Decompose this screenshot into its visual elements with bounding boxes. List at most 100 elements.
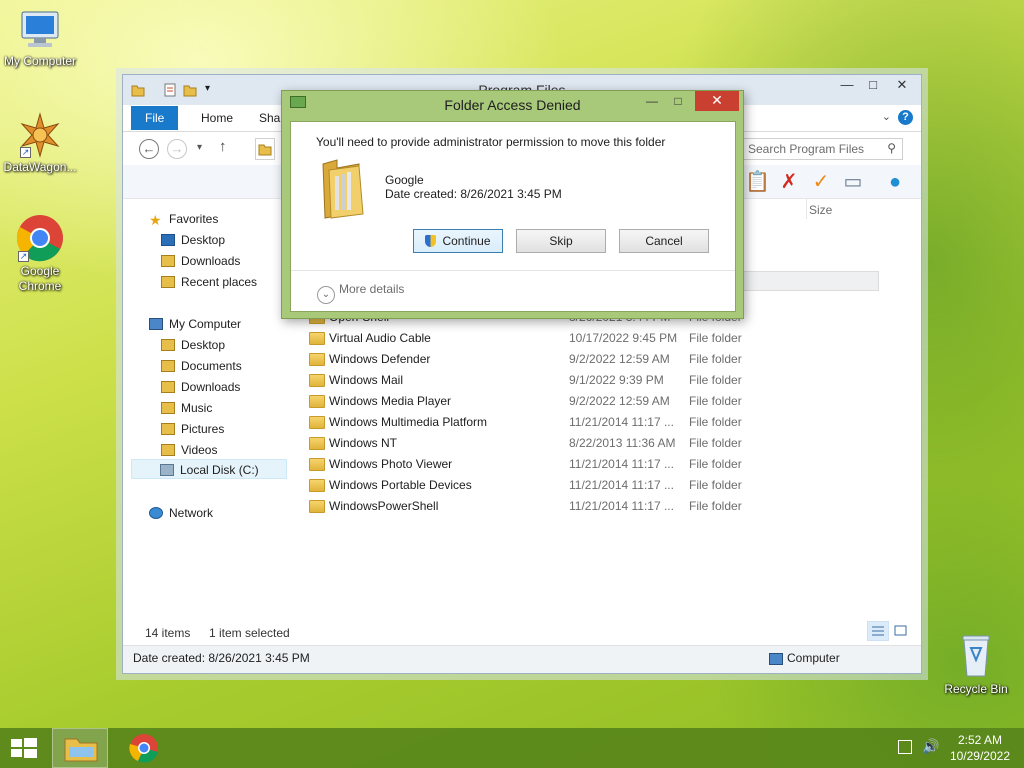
datawagon-icon: ↗ (18, 112, 62, 158)
desktop-icon-my-computer[interactable]: My Computer (0, 10, 80, 69)
folder-icon (309, 416, 325, 429)
folder-access-denied-dialog[interactable]: Folder Access Denied — □ ✕ You'll need t… (281, 90, 744, 319)
shortcut-arrow-icon: ↗ (18, 251, 29, 262)
windows-logo-icon (11, 738, 37, 758)
table-row[interactable]: Windows Media Player 9/2/2022 12:59 AM Fil… (303, 391, 763, 412)
search-placeholder: Search Program Files (748, 142, 865, 156)
up-arrow-icon[interactable]: ↑ (219, 138, 227, 155)
recent-locations-icon[interactable]: ▾ (197, 142, 202, 153)
cancel-button[interactable]: Cancel (619, 229, 709, 253)
table-row[interactable]: Windows Multimedia Platform 11/21/2014 11… (303, 412, 763, 433)
location-label: Computer (787, 651, 840, 665)
sidebar-item-downloads[interactable]: Downloads (161, 377, 240, 397)
skip-button[interactable]: Skip (516, 229, 606, 253)
close-button[interactable]: ✕ (887, 75, 917, 95)
table-row[interactable]: Windows Portable Devices 11/21/2014 11:17… (303, 475, 763, 496)
help-icon[interactable]: ? (898, 110, 913, 125)
sidebar-item-fav-downloads[interactable]: Downloads (161, 251, 240, 271)
desktop-icon-recycle-bin[interactable]: Recycle Bin (936, 630, 1016, 697)
tab-home[interactable]: Home (187, 106, 247, 130)
table-row[interactable]: Windows NT 8/22/2013 11:36 AM File folder (303, 433, 763, 454)
clock-time: 2:52 AM (957, 733, 1002, 747)
documents-icon (161, 360, 175, 372)
large-folder-icon (319, 156, 367, 223)
folder-icon (309, 458, 325, 471)
folder-icon (309, 500, 325, 513)
dialog-message: You'll need to provide administrator per… (316, 135, 666, 149)
table-row[interactable]: WindowsPowerShell 11/21/2014 11:17 ... Fil… (303, 496, 763, 517)
uac-shield-icon (425, 235, 437, 247)
computer-icon (769, 653, 783, 665)
sidebar-item-local-disk[interactable]: Local Disk (C:) (131, 459, 287, 479)
close-button[interactable]: ✕ (695, 91, 739, 111)
desktop-icon-google-chrome[interactable]: ↗ Google Chrome (0, 214, 80, 294)
network-tray-icon[interactable] (898, 740, 912, 754)
desktop-icon-datawagon[interactable]: ↗ DataWagon... (0, 112, 80, 175)
start-button[interactable] (0, 728, 48, 768)
chevron-down-icon: ⌄ (317, 286, 335, 304)
column-divider (806, 199, 807, 219)
paste-icon[interactable]: 📋 (745, 170, 770, 194)
sidebar-item-pictures[interactable]: Pictures (161, 419, 224, 439)
chevron-down-icon[interactable]: ⌄ (882, 110, 891, 123)
folder-icon (309, 353, 325, 366)
table-row[interactable]: Windows Photo Viewer 11/21/2014 11:17 ...… (303, 454, 763, 475)
large-icons-view-button[interactable] (889, 621, 911, 641)
search-input[interactable]: Search Program Files ⚲ (741, 138, 903, 160)
sidebar-item-favorites[interactable]: ★ Favorites (149, 209, 218, 229)
address-bar[interactable] (255, 138, 275, 160)
checkmark-icon[interactable]: ✓ (809, 170, 833, 194)
sidebar-item-desktop[interactable]: Desktop (161, 335, 225, 355)
clock-date: 10/29/2022 (949, 749, 1010, 763)
chrome-icon (129, 734, 158, 763)
tab-file[interactable]: File (131, 106, 179, 130)
sidebar-item-music[interactable]: Music (161, 398, 212, 418)
table-row[interactable]: Virtual Audio Cable 10/17/2022 9:45 PM Fil… (303, 328, 763, 349)
sidebar-item-recent-places[interactable]: Recent places (161, 272, 257, 292)
desktop-icon-label: DataWagon... (3, 160, 77, 174)
table-row[interactable]: Windows Mail 9/1/2022 9:39 PM File folder (303, 370, 763, 391)
sidebar-item-videos[interactable]: Videos (161, 440, 217, 460)
more-details-toggle[interactable]: ⌄ More details (317, 282, 404, 304)
minimize-button[interactable]: — (833, 75, 861, 95)
back-button[interactable]: ← (139, 139, 159, 159)
music-icon (161, 402, 175, 414)
clock[interactable]: 2:52 AM 10/29/2022 (950, 732, 1010, 764)
sidebar-item-network[interactable]: Network (149, 503, 213, 523)
sidebar-item-my-computer[interactable]: My Computer (149, 314, 241, 334)
folder-icon (309, 437, 325, 450)
shortcut-arrow-icon: ↗ (20, 147, 31, 158)
folder-icon (309, 479, 325, 492)
sidebar-item-documents[interactable]: Documents (161, 356, 242, 376)
folder-date: Date created: 8/26/2021 3:45 PM (385, 187, 562, 201)
star-icon: ★ (149, 212, 162, 228)
forward-button[interactable]: → (167, 139, 187, 159)
search-icon: ⚲ (887, 141, 896, 155)
navigation-pane: ★ Favorites Desktop Downloads Recent plac… (131, 205, 291, 625)
details-view-button[interactable] (867, 621, 889, 641)
videos-icon (161, 444, 175, 456)
minimize-button[interactable]: — (639, 91, 665, 111)
column-header-size[interactable]: Size (809, 203, 832, 217)
rename-icon[interactable]: ▭ (841, 170, 865, 194)
folder-icon (161, 339, 175, 351)
desktop-icon-label: Google Chrome (18, 264, 62, 293)
taskbar-chrome[interactable] (116, 728, 172, 768)
globe-icon[interactable]: ● (883, 170, 907, 194)
date-created: Date created: 8/26/2021 3:45 PM (133, 651, 310, 665)
recycle-bin-icon (957, 630, 995, 680)
folder-icon (309, 374, 325, 387)
taskbar-file-explorer[interactable] (52, 728, 108, 768)
delete-icon[interactable]: ✗ (777, 170, 801, 194)
downloads-icon (161, 255, 175, 267)
desktop-icon-label: My Computer (3, 54, 77, 68)
continue-button[interactable]: Continue (413, 229, 503, 253)
maximize-button[interactable]: □ (859, 75, 887, 95)
sidebar-item-fav-desktop[interactable]: Desktop (161, 230, 225, 250)
taskbar: 🔊 2:52 AM 10/29/2022 (0, 728, 1024, 768)
pictures-icon (161, 423, 175, 435)
maximize-button[interactable]: □ (665, 91, 691, 111)
table-row[interactable]: Windows Defender 9/2/2022 12:59 AM File fo… (303, 349, 763, 370)
volume-icon[interactable]: 🔊 (922, 738, 939, 755)
selected-count: 1 item selected (209, 626, 290, 640)
